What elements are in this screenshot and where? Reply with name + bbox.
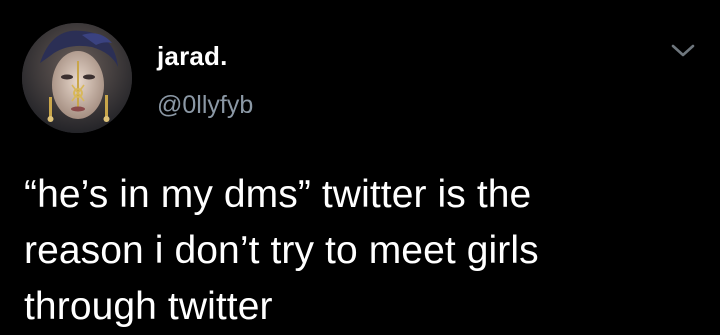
display-name[interactable]: jarad. <box>157 41 228 71</box>
tweet-text-line: through twitter <box>24 285 273 328</box>
chevron-down-icon[interactable] <box>670 42 696 60</box>
tweet-text-line: “he’s in my dms” twitter is the <box>24 173 532 216</box>
avatar-image <box>22 23 132 133</box>
user-handle[interactable]: @0llyfyb <box>157 90 253 120</box>
tweet-text-line: reason i don’t try to meet girls <box>24 229 539 272</box>
avatar[interactable] <box>22 23 132 133</box>
tweet: jarad. @0llyfyb “he’s in my dms” twitter… <box>0 0 720 335</box>
tweet-text: “he’s in my dms” twitter is the reason i… <box>24 167 704 335</box>
